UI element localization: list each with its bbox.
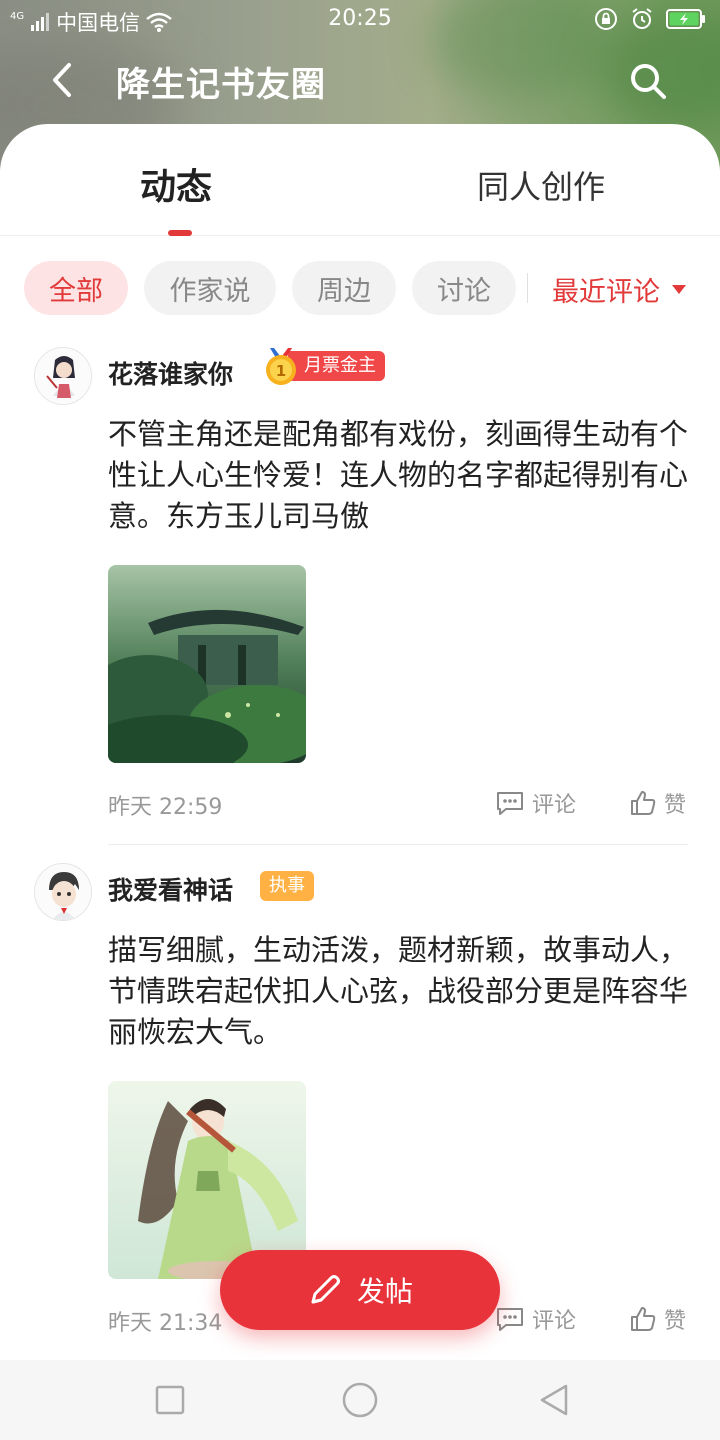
thumbs-up-icon (631, 1307, 656, 1331)
comment-label: 评论 (532, 793, 577, 818)
post-time: 昨天 21:34 (108, 1311, 223, 1336)
comment-icon (497, 1308, 523, 1331)
post-text[interactable]: 不管主角还是配角都有戏份，刻画得生动有个性让人心生怜爱！连人物的名字都起得别有心… (108, 414, 692, 537)
page-title: 降生记书友圈 (116, 65, 326, 105)
rotation-lock-icon (595, 8, 617, 30)
steward-badge: 执事 (260, 871, 314, 901)
badge-label: 月票金主 (288, 351, 385, 381)
status-bar: 4G 中国电信 20:25 (0, 0, 720, 40)
home-button[interactable] (340, 1380, 380, 1420)
chevron-left-icon (53, 63, 71, 97)
circle-icon (342, 1382, 378, 1418)
tab-bar: 动态 同人创作 (0, 124, 720, 236)
triangle-back-icon (540, 1384, 568, 1416)
back-button[interactable] (40, 58, 84, 102)
system-nav-bar (0, 1360, 720, 1440)
tab-fan-creations[interactable]: 同人创作 (477, 162, 605, 208)
filter-bar: 全部 作家说 周边 讨论 最近评论 (24, 261, 704, 317)
status-right (594, 7, 706, 31)
back-nav-button[interactable] (534, 1380, 574, 1420)
comment-button[interactable]: 评论 (496, 787, 576, 819)
avatar[interactable] (34, 347, 92, 405)
like-button[interactable]: 赞 (630, 1303, 686, 1335)
recents-button[interactable] (150, 1380, 190, 1420)
create-post-button[interactable]: 发帖 (220, 1250, 500, 1330)
caret-down-icon (672, 285, 686, 294)
comment-icon (497, 792, 523, 815)
content-card: 动态 同人创作 全部 作家说 周边 讨论 最近评论 花落谁家你 1 月票金主 不… (0, 124, 720, 1360)
post-text[interactable]: 描写细腻，生动活泼，题材新颖，故事动人，节情跌宕起伏扣人心弦，战役部分更是阵容华… (108, 930, 692, 1053)
sort-dropdown[interactable]: 最近评论 (552, 270, 686, 309)
post-time: 昨天 22:59 (108, 795, 223, 820)
filter-chip-merch[interactable]: 周边 (292, 261, 396, 315)
like-label: 赞 (664, 793, 687, 818)
medal-icon: 1 (262, 348, 298, 385)
comment-button[interactable]: 评论 (496, 1303, 576, 1335)
filter-chip-discussion[interactable]: 讨论 (412, 261, 516, 315)
filter-divider (527, 273, 528, 303)
alarm-icon (632, 8, 652, 29)
thumbs-up-icon (631, 791, 656, 815)
sort-label: 最近评论 (552, 277, 660, 308)
like-button[interactable]: 赞 (630, 787, 686, 819)
post-image[interactable] (108, 565, 306, 763)
active-tab-indicator (168, 230, 192, 236)
username[interactable]: 花落谁家你 (108, 355, 233, 391)
monthly-ticket-badge: 1 月票金主 (262, 348, 385, 385)
filter-chip-author-says[interactable]: 作家说 (144, 261, 276, 315)
square-icon (155, 1385, 185, 1415)
tab-dynamics[interactable]: 动态 (140, 158, 212, 210)
post-divider (108, 844, 688, 845)
search-button[interactable] (624, 58, 672, 104)
avatar[interactable] (34, 863, 92, 921)
comment-label: 评论 (532, 1309, 577, 1334)
svg-text:1: 1 (276, 362, 286, 380)
pencil-icon (311, 1275, 340, 1304)
username[interactable]: 我爱看神话 (108, 871, 233, 907)
battery-charging-icon (666, 9, 705, 29)
filter-chip-all[interactable]: 全部 (24, 261, 128, 315)
like-label: 赞 (664, 1309, 687, 1334)
search-icon (631, 64, 666, 99)
create-post-label: 发帖 (356, 1275, 413, 1308)
